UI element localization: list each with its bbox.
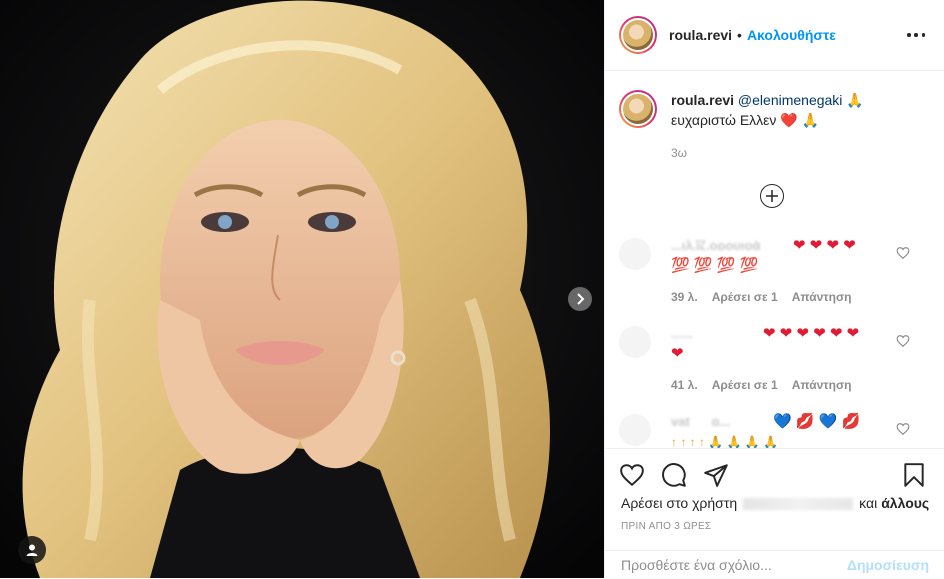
comment-time[interactable]: 41 λ.	[671, 378, 698, 392]
comment-emojis: 💯 💯 💯 💯	[671, 257, 759, 274]
comment-text-line2: ❤	[671, 344, 901, 364]
comment-emojis: ❤ ❤ ❤ ❤	[793, 237, 856, 254]
caption-emoji-pray-2: 🙏	[801, 112, 820, 128]
comment-avatar[interactable]	[619, 326, 651, 358]
comment-text-line1: ❤ ❤ ❤ ❤	[793, 236, 944, 256]
comment-bubble-icon[interactable]	[661, 462, 687, 488]
comment-username[interactable]: ...ιλ.ΐζ.ορουιοά	[671, 238, 781, 250]
comment-text-line1: 💙 💋 💙 💋	[773, 412, 944, 432]
comment-time[interactable]: 39 λ.	[671, 290, 698, 304]
user-icon	[26, 544, 38, 556]
comment-meta: 41 λ. Αρέσει σε 1 Απάντηση	[671, 378, 866, 392]
comment-text-line2: 💯 💯 💯 💯	[671, 256, 901, 276]
instagram-post: roula.revi • Ακολουθήστε roula.revi @ele…	[0, 0, 944, 578]
author-username[interactable]: roula.revi	[669, 27, 732, 43]
comment-likes-count[interactable]: Αρέσει σε 1	[712, 290, 778, 304]
reply-button[interactable]: Απάντηση	[792, 290, 852, 304]
more-options-icon[interactable]	[907, 28, 925, 42]
caption-text: roula.revi @elenimenegaki 🙏 ευχαριστώ Ελ…	[671, 90, 864, 130]
post-actions: Αρέσει στο χρήστη και άλλους ΠΡΙΝ ΑΠΟ 3 …	[605, 448, 944, 578]
save-bookmark-icon[interactable]	[901, 462, 927, 488]
comment-emojis: ❤ ❤ ❤ ❤ ❤ ❤	[763, 325, 860, 342]
plus-icon	[766, 190, 778, 202]
avatar-ring	[621, 18, 655, 52]
comment-like-heart-icon[interactable]	[896, 246, 910, 260]
likes-summary: Αρέσει στο χρήστη και άλλους	[621, 495, 941, 511]
portrait-image	[0, 0, 604, 578]
liked-by-username[interactable]	[743, 498, 854, 510]
tagged-users-button[interactable]	[18, 536, 46, 564]
caption-emoji-heart: ❤️	[780, 112, 798, 128]
separator-dot: •	[737, 27, 742, 43]
comments-section: roula.revi @elenimenegaki 🙏 ευχαριστώ Ελ…	[605, 72, 944, 448]
comment-like-heart-icon[interactable]	[896, 334, 910, 348]
comment-emojis: ↑ ↑ ↑ ↑ 🙏 🙏 🙏 🙏	[671, 435, 779, 448]
post-photo	[0, 0, 604, 578]
comment-input[interactable]	[621, 557, 839, 573]
like-heart-icon[interactable]	[619, 462, 645, 488]
avatar-image	[623, 94, 653, 124]
likes-prefix: Αρέσει στο χρήστη	[621, 495, 738, 511]
post-caption: roula.revi @elenimenegaki 🙏 ευχαριστώ Ελ…	[619, 90, 919, 130]
comment-avatar[interactable]	[619, 238, 651, 270]
caption-body: ευχαριστώ Ελλεν	[671, 112, 777, 128]
comment-text-line2: ↑ ↑ ↑ ↑ 🙏 🙏 🙏 🙏	[671, 432, 901, 448]
caption-username[interactable]: roula.revi	[671, 92, 734, 108]
post-header: roula.revi • Ακολουθήστε	[605, 0, 944, 71]
comment-avatar[interactable]	[619, 414, 651, 446]
avatar-image	[623, 20, 653, 50]
follow-button[interactable]: Ακολουθήστε	[747, 27, 836, 43]
comment-likes-count[interactable]: Αρέσει σε 1	[712, 378, 778, 392]
comment-text-line1: ❤ ❤ ❤ ❤ ❤ ❤	[763, 324, 944, 344]
load-more-comments-button[interactable]	[760, 184, 784, 208]
caption-time[interactable]: 3ω	[671, 146, 687, 160]
post-timestamp[interactable]: ΠΡΙΝ ΑΠΟ 3 ΩΡΕΣ	[621, 521, 711, 532]
comment-emojis: ❤	[671, 345, 684, 362]
reply-button[interactable]: Απάντηση	[792, 378, 852, 392]
share-paper-plane-icon[interactable]	[703, 462, 729, 488]
post-comment-button[interactable]: Δημοσίευση	[847, 557, 929, 573]
comment-username[interactable]: vat___g...	[671, 414, 781, 426]
next-photo-button[interactable]	[568, 287, 592, 311]
caption-emoji-pray: 🙏	[846, 92, 864, 108]
comment-meta: 39 λ. Αρέσει σε 1 Απάντηση	[671, 290, 866, 304]
author-avatar[interactable]	[619, 16, 657, 54]
likes-suffix: και	[859, 495, 878, 511]
chevron-right-icon	[577, 293, 585, 305]
avatar-ring	[621, 92, 655, 126]
comment-emojis: 💙 💋 💙 💋	[773, 413, 861, 430]
comment-like-heart-icon[interactable]	[896, 422, 910, 436]
caption-mention[interactable]: @elenimenegaki	[738, 92, 843, 108]
add-comment-bar: Δημοσίευση	[605, 550, 944, 579]
caption-avatar[interactable]	[619, 90, 657, 128]
post-sidebar: roula.revi • Ακολουθήστε roula.revi @ele…	[604, 0, 944, 578]
likes-others-link[interactable]: άλλους	[881, 495, 929, 511]
